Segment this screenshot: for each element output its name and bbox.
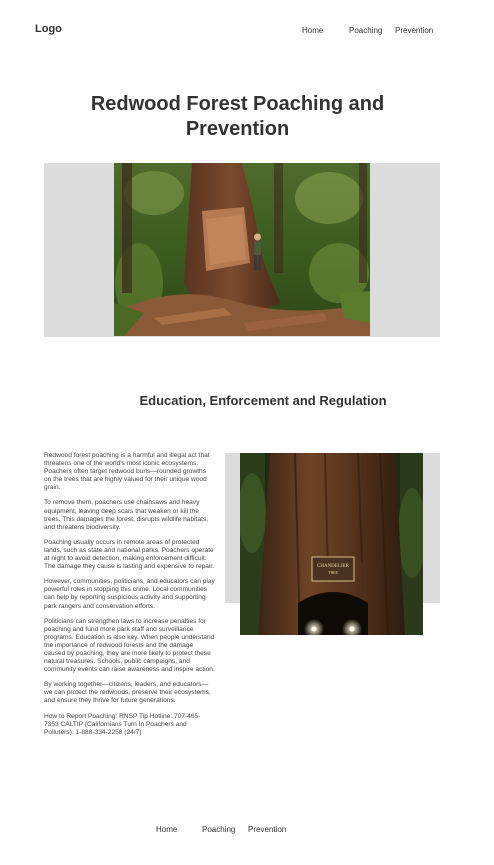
nav-prevention-link[interactable]: Prevention xyxy=(395,26,433,35)
tree-sign-text: CHANDELIER xyxy=(317,564,350,569)
side-image: CHANDELIER TREE xyxy=(240,453,423,635)
paragraph-1: Redwood forest poaching is a harmful and… xyxy=(44,452,210,492)
logo[interactable]: Logo xyxy=(35,23,62,35)
paragraph-4: However, communities, politicians, and e… xyxy=(44,578,215,610)
nav-home-link[interactable]: Home xyxy=(302,26,323,35)
paragraph-6: By working together—citizens, leaders, a… xyxy=(44,681,211,705)
paragraph-2: To remove them, poachers use chainsaws a… xyxy=(44,499,209,531)
paragraph-5: Politicians can strengthen laws to incre… xyxy=(44,617,215,674)
footer-home-link[interactable]: Home xyxy=(156,825,177,834)
hero-image xyxy=(114,163,370,336)
report-poaching-info: How to Report Poaching: RNSP Tip Hotline… xyxy=(44,712,201,736)
chandelier-tree-photo: CHANDELIER TREE xyxy=(240,453,423,635)
article-body: Redwood forest poaching is a harmful and… xyxy=(44,452,215,744)
section-heading: Education, Enforcement and Regulation xyxy=(139,393,387,408)
nav-poaching-link[interactable]: Poaching xyxy=(349,26,382,35)
footer-prevention-link[interactable]: Prevention xyxy=(248,825,286,834)
paragraph-3: Poaching usually occurs in remote areas … xyxy=(44,538,215,571)
footer-poaching-link[interactable]: Poaching xyxy=(202,825,235,834)
svg-text:TREE: TREE xyxy=(328,570,339,575)
poached-redwood-stump-photo xyxy=(114,163,370,336)
page-title: Redwood Forest Poaching and Prevention xyxy=(90,93,385,140)
